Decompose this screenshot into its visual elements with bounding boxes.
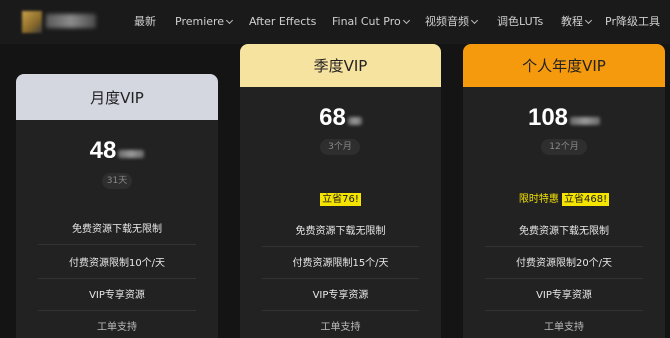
plan-promo: 限时特惠 立省468!: [463, 193, 665, 207]
plan-feature: 免费资源下载无限制: [38, 215, 196, 245]
nav-item-final-cut-pro[interactable]: Final Cut Pro: [332, 13, 410, 31]
plan-price: 48: [16, 136, 218, 165]
plan-feature: 工单支持: [97, 322, 137, 333]
promo-saving-highlight: 立省468!: [562, 193, 610, 206]
plan-feature: 付费资源限制10个/天: [38, 249, 196, 279]
plan-title: 个人年度VIP: [463, 44, 665, 87]
nav-item-video-audio[interactable]: 视频音频: [425, 13, 479, 31]
plan-title: 月度VIP: [16, 74, 218, 120]
price-unit-blurred: [347, 116, 362, 125]
plan-feature: VIP专享资源: [38, 281, 196, 311]
plan-feature: 付费资源限制15个/天: [262, 249, 419, 279]
promo-saving-highlight: 立省76!: [320, 193, 361, 206]
plan-price: 68: [240, 103, 441, 132]
plan-card-quarterly: 季度VIP 68 3个月 立省76! 免费资源下载无限制 付费资源限制15个/天…: [240, 44, 441, 338]
nav-item-tutorials[interactable]: 教程: [561, 13, 593, 31]
plan-feature: 免费资源下载无限制: [262, 217, 419, 247]
promo-label: 限时特惠: [518, 194, 559, 205]
nav-item-latest[interactable]: 最新: [134, 13, 156, 31]
top-navbar: 最新 Premiere After Effects Final Cut Pro …: [0, 0, 670, 44]
logo-icon: [22, 11, 42, 33]
plan-card-yearly: 个人年度VIP 108 12个月 限时特惠 立省468! 免费资源下载无限制 付…: [463, 44, 665, 338]
site-logo[interactable]: [22, 9, 98, 33]
plan-feature: 付费资源限制20个/天: [485, 249, 643, 279]
chevron-down-icon: [470, 16, 479, 25]
plan-feature: VIP专享资源: [485, 281, 643, 311]
chevron-down-icon: [402, 16, 410, 25]
plan-feature: 免费资源下载无限制: [485, 217, 643, 247]
chevron-down-icon: [226, 16, 234, 25]
plan-price: 108: [463, 103, 665, 132]
nav-item-pr-downgrade-tool[interactable]: Pr降级工具: [605, 13, 660, 31]
logo-text-blurred: [46, 14, 96, 28]
plan-duration-badge: 3个月: [320, 139, 360, 155]
chevron-down-icon: [584, 16, 593, 25]
plan-feature: 工单支持: [320, 322, 361, 333]
plan-duration-badge: 31天: [102, 173, 132, 189]
price-unit-blurred: [118, 149, 145, 158]
nav-item-after-effects[interactable]: After Effects: [249, 13, 316, 31]
plan-feature: VIP专享资源: [262, 281, 419, 311]
plan-feature: 工单支持: [544, 322, 584, 333]
plan-duration-badge: 12个月: [541, 139, 587, 155]
nav-item-color-luts[interactable]: 调色LUTs: [497, 13, 543, 31]
price-unit-blurred: [570, 116, 601, 125]
plan-promo: 立省76!: [240, 193, 441, 207]
plan-title: 季度VIP: [240, 44, 441, 87]
nav-item-premiere[interactable]: Premiere: [175, 13, 234, 31]
plan-card-monthly: 月度VIP 48 31天 免费资源下载无限制 付费资源限制10个/天 VIP专享…: [16, 74, 218, 338]
